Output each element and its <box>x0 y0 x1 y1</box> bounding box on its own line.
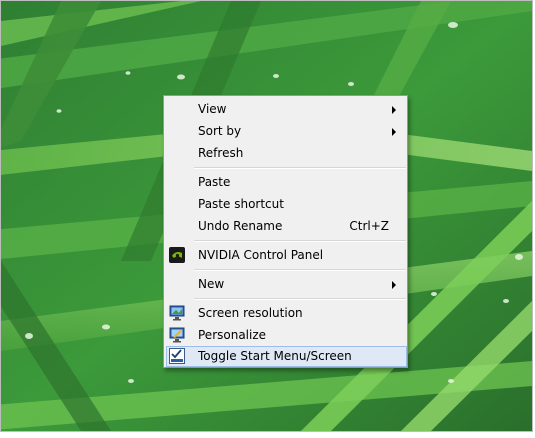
submenu-arrow-icon <box>392 106 396 114</box>
menu-item-label: Personalize <box>198 328 267 342</box>
menu-item-toggle-start-menu-screen[interactable]: Toggle Start Menu/Screen <box>166 346 407 367</box>
menu-item-label: Paste shortcut <box>198 197 284 211</box>
nvidia-icon <box>169 247 185 263</box>
menu-item-sort-by[interactable]: Sort by <box>166 121 407 142</box>
menu-separator <box>194 298 406 300</box>
menu-separator <box>194 167 406 169</box>
menu-item-personalize[interactable]: Personalize <box>166 325 407 346</box>
menu-separator <box>194 269 406 271</box>
menu-item-undo-rename[interactable]: Undo Rename Ctrl+Z <box>166 216 407 237</box>
menu-item-label: Refresh <box>198 146 244 160</box>
menu-item-paste[interactable]: Paste <box>166 172 407 193</box>
menu-item-refresh[interactable]: Refresh <box>166 143 407 164</box>
menu-item-label: Toggle Start Menu/Screen <box>198 349 352 363</box>
desktop-screenshot-frame: View Sort by Refresh Paste Paste shortcu… <box>0 0 533 432</box>
menu-item-label: Undo Rename <box>198 219 283 233</box>
menu-separator <box>194 240 406 242</box>
screen-resolution-icon <box>169 305 185 321</box>
menu-item-label: New <box>198 277 225 291</box>
menu-item-shortcut: Ctrl+Z <box>349 219 389 233</box>
menu-item-new[interactable]: New <box>166 274 407 295</box>
menu-item-label: Sort by <box>198 124 242 138</box>
checkbox-icon <box>169 348 185 364</box>
menu-item-paste-shortcut[interactable]: Paste shortcut <box>166 194 407 215</box>
personalize-icon <box>169 327 185 343</box>
desktop-context-menu: View Sort by Refresh Paste Paste shortcu… <box>163 95 408 368</box>
menu-item-label: View <box>198 102 227 116</box>
menu-item-label: NVIDIA Control Panel <box>198 248 324 262</box>
menu-item-label: Screen resolution <box>198 306 303 320</box>
menu-item-view[interactable]: View <box>166 99 407 120</box>
submenu-arrow-icon <box>392 128 396 136</box>
menu-item-nvidia-control-panel[interactable]: NVIDIA Control Panel <box>166 245 407 266</box>
menu-item-screen-resolution[interactable]: Screen resolution <box>166 303 407 324</box>
menu-item-label: Paste <box>198 175 231 189</box>
submenu-arrow-icon <box>392 281 396 289</box>
